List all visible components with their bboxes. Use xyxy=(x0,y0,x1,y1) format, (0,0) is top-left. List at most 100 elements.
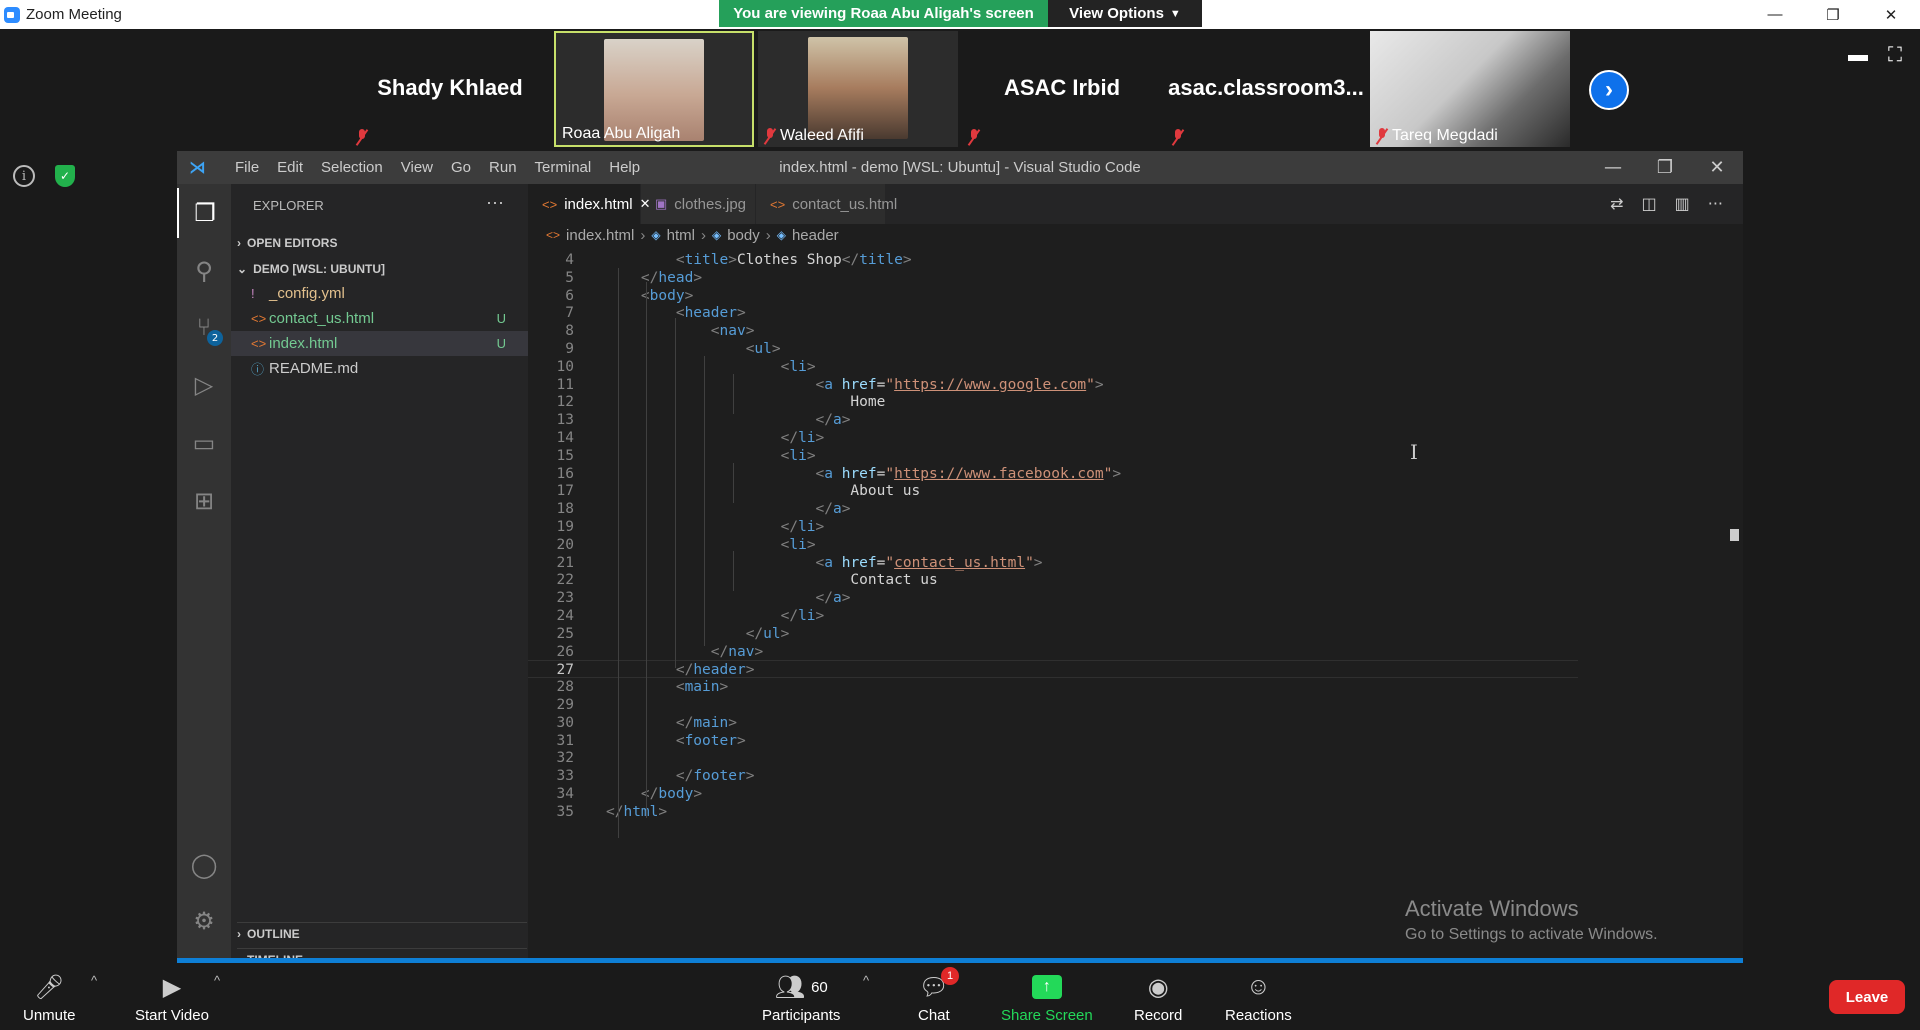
more-icon[interactable]: ··· xyxy=(1708,194,1723,213)
code-line[interactable]: 8 <nav> xyxy=(528,322,1578,340)
fullscreen-icon[interactable]: ⛶ xyxy=(1888,44,1902,67)
code-line[interactable]: 11 <a href="https://www.google.com"> xyxy=(528,376,1578,394)
security-shield-icon[interactable]: ✓ xyxy=(55,165,75,187)
participants-caret-icon[interactable]: ^ xyxy=(863,973,869,988)
breadcrumb-item[interactable]: index.html xyxy=(566,227,634,244)
video-options-caret-icon[interactable]: ^ xyxy=(214,973,220,988)
extensions-icon[interactable]: ⊞ xyxy=(177,476,231,526)
vscode-restore-icon[interactable]: ❐ xyxy=(1639,151,1691,184)
code-line[interactable]: 26 </nav> xyxy=(528,643,1578,661)
code-line[interactable]: 30 </main> xyxy=(528,714,1578,732)
minimize-icon[interactable]: — xyxy=(1746,0,1804,29)
menu-item-edit[interactable]: Edit xyxy=(268,159,312,176)
run-debug-icon[interactable]: ▷ xyxy=(177,360,231,410)
restore-icon[interactable]: ❐ xyxy=(1804,0,1862,29)
search-icon[interactable]: ⚲ xyxy=(177,246,231,296)
code-line[interactable]: 4 <title>Clothes Shop</title> xyxy=(528,251,1578,269)
code-line[interactable]: 15 <li> xyxy=(528,447,1578,465)
breadcrumb-item[interactable]: html xyxy=(667,227,695,244)
outline-section[interactable]: › OUTLINE xyxy=(237,922,527,941)
menu-item-go[interactable]: Go xyxy=(442,159,480,176)
code-line[interactable]: 34 </body> xyxy=(528,785,1578,803)
file-item[interactable]: <> index.html U xyxy=(231,331,528,356)
breadcrumb-item[interactable]: header xyxy=(792,227,839,244)
menu-item-run[interactable]: Run xyxy=(480,159,526,176)
code-line[interactable]: 24 </li> xyxy=(528,607,1578,625)
audio-options-caret-icon[interactable]: ^ xyxy=(91,973,97,988)
participant-tile[interactable]: asac.classroom3... xyxy=(1166,31,1366,147)
vscode-minimize-icon[interactable]: — xyxy=(1587,151,1639,184)
code-line[interactable]: 23 </a> xyxy=(528,589,1578,607)
code-line[interactable]: 27 </header> xyxy=(528,660,1578,679)
share-screen-button[interactable]: ↑ Share Screen xyxy=(1001,971,1093,1024)
file-item[interactable]: <> contact_us.html U xyxy=(231,306,528,331)
participants-button[interactable]: 👥︎ 60 Participants xyxy=(762,971,840,1025)
menu-item-selection[interactable]: Selection xyxy=(312,159,392,176)
code-line[interactable]: 29 xyxy=(528,696,1578,714)
code-line[interactable]: 14 </li> xyxy=(528,429,1578,447)
split-editor-icon[interactable]: ▥ xyxy=(1675,194,1690,213)
meeting-info-icon[interactable]: i xyxy=(13,165,35,187)
unmute-button[interactable]: 🎤︎ Unmute xyxy=(23,971,76,1025)
menu-item-file[interactable]: File xyxy=(226,159,268,176)
code-line[interactable]: 7 <header> xyxy=(528,304,1578,322)
settings-gear-icon[interactable]: ⚙ xyxy=(177,896,231,946)
code-line[interactable]: 32 xyxy=(528,749,1578,767)
code-line[interactable]: 17 About us xyxy=(528,482,1578,500)
line-text: </li> xyxy=(780,519,825,535)
source-control-icon[interactable]: ⑂ 2 xyxy=(177,302,231,352)
participant-tile[interactable]: Roaa Abu Aligah xyxy=(554,31,754,147)
code-line[interactable]: 13 </a> xyxy=(528,411,1578,429)
code-line[interactable]: 19 </li> xyxy=(528,518,1578,536)
code-line[interactable]: 18 </a> xyxy=(528,500,1578,518)
record-button[interactable]: ◉ Record xyxy=(1134,971,1182,1025)
code-line[interactable]: 20 <li> xyxy=(528,536,1578,554)
menu-item-terminal[interactable]: Terminal xyxy=(526,159,601,176)
code-line[interactable]: 6 <body> xyxy=(528,287,1578,305)
reactions-button[interactable]: ☺ Reactions xyxy=(1225,971,1292,1024)
menu-item-help[interactable]: Help xyxy=(600,159,649,176)
remote-explorer-icon[interactable]: ▭ xyxy=(177,418,231,468)
code-line[interactable]: 9 <ul> xyxy=(528,340,1578,358)
account-icon[interactable]: ◯ xyxy=(177,840,231,890)
more-actions-icon[interactable]: ··· xyxy=(486,192,504,213)
code-line[interactable]: 21 <a href="contact_us.html"> xyxy=(528,554,1578,572)
breadcrumb-item[interactable]: body xyxy=(727,227,760,244)
file-item[interactable]: ! _config.yml xyxy=(231,281,528,306)
code-line[interactable]: 28 <main> xyxy=(528,678,1578,696)
menu-item-view[interactable]: View xyxy=(392,159,442,176)
explorer-icon[interactable]: ❐ xyxy=(177,188,231,238)
participant-tile[interactable]: Waleed Afifi xyxy=(758,31,958,147)
tab-contact_us-html[interactable]: <> contact_us.html xyxy=(756,184,897,224)
compare-icon[interactable]: ⇄ xyxy=(1610,194,1623,213)
zoom-app-icon xyxy=(4,7,20,23)
tab-close-icon[interactable]: ✕ xyxy=(640,196,651,212)
leave-button[interactable]: Leave xyxy=(1829,980,1905,1014)
participant-tile[interactable]: Tareq Megdadi xyxy=(1370,31,1570,147)
participant-tile[interactable]: ASAC Irbid xyxy=(962,31,1162,147)
file-item[interactable]: ⓘ README.md xyxy=(231,356,528,381)
code-editor[interactable]: ✒ ‿ 4 <title>Clothes Shop</title>5 </hea… xyxy=(528,246,1743,964)
code-line[interactable]: 33 </footer> xyxy=(528,767,1578,785)
workspace-section[interactable]: ⌄ DEMO [WSL: UBUNTU] xyxy=(237,262,385,276)
view-options-button[interactable]: View Options ▼ xyxy=(1048,0,1202,27)
chat-button[interactable]: 💬︎ 1 Chat xyxy=(918,967,960,1024)
code-line[interactable]: 25 </ul> xyxy=(528,625,1578,643)
code-line[interactable]: 35 </html> xyxy=(528,803,1578,821)
code-line[interactable]: 31 <footer> xyxy=(528,732,1578,750)
tab-index-html[interactable]: <> index.html ✕ xyxy=(528,184,650,224)
tab-clothes-jpg[interactable]: ▣ clothes.jpg xyxy=(641,184,756,224)
participant-tile[interactable]: Shady Khlaed xyxy=(350,31,550,147)
close-icon[interactable]: ✕ xyxy=(1862,0,1920,29)
code-line[interactable]: 16 <a href="https://www.facebook.com"> xyxy=(528,465,1578,483)
vscode-close-icon[interactable]: ✕ xyxy=(1691,151,1743,184)
code-line[interactable]: 12 Home xyxy=(528,393,1578,411)
preview-icon[interactable]: ◫ xyxy=(1641,194,1656,213)
code-line[interactable]: 22 Contact us xyxy=(528,571,1578,589)
next-page-button[interactable]: › xyxy=(1589,70,1629,110)
code-line[interactable]: 10 <li> xyxy=(528,358,1578,376)
code-line[interactable]: 5 </head> xyxy=(528,269,1578,287)
layout-icon[interactable]: ▬ xyxy=(1848,44,1868,67)
start-video-button[interactable]: ▶︎ Start Video xyxy=(135,971,209,1025)
open-editors-section[interactable]: › OPEN EDITORS xyxy=(237,236,337,250)
